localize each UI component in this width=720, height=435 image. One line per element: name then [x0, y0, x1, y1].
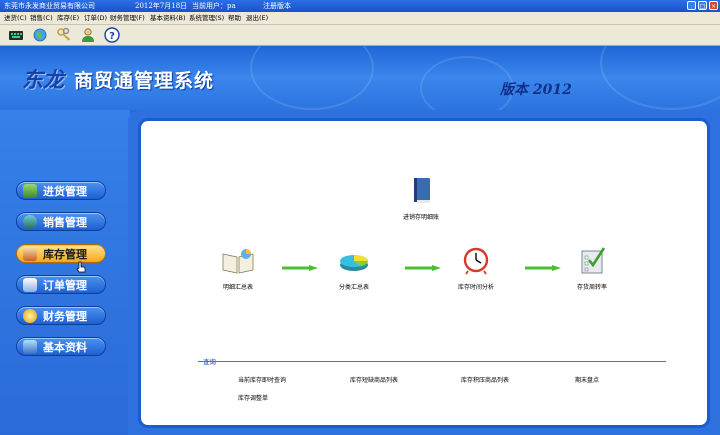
- nav-label: 财务管理: [43, 309, 87, 323]
- keyboard-icon[interactable]: [8, 27, 24, 43]
- query-stock-overstock[interactable]: 库存积压商品列表: [461, 375, 509, 384]
- arrow-right-icon: [405, 265, 441, 271]
- left-nav: [0, 110, 130, 435]
- nav-order-management[interactable]: 订单管理: [16, 275, 106, 294]
- menu-purchase[interactable]: 进货(C): [4, 12, 27, 24]
- query-current-stock[interactable]: 当前库存即时查询: [238, 375, 286, 384]
- system-title: 商贸通管理系统: [74, 70, 215, 92]
- purchase-icon: [23, 183, 37, 198]
- user-icon[interactable]: [80, 27, 96, 43]
- flow-inventory-time-analysis[interactable]: 库存时间分析: [453, 246, 499, 291]
- clock-icon: [463, 247, 489, 275]
- book-icon: [414, 178, 430, 203]
- edition-label: 注册版本: [263, 2, 291, 10]
- menu-finance[interactable]: 财务管理(F): [110, 12, 145, 24]
- finance-icon: [23, 308, 37, 323]
- query-stock-adjustment[interactable]: 库存调整单: [238, 393, 268, 402]
- nav-inventory-management[interactable]: 库存管理: [16, 244, 106, 263]
- header-swirl: [250, 46, 374, 110]
- flow-stock-turnover[interactable]: 存货周转率: [572, 246, 612, 291]
- pie-chart-icon: [340, 255, 369, 271]
- sales-icon: [23, 214, 37, 229]
- keys-icon[interactable]: [56, 27, 72, 43]
- brand-name: 东龙: [22, 68, 64, 92]
- checklist-icon: [581, 247, 606, 274]
- current-user: 当前用户：pa: [192, 2, 236, 10]
- flow-detail-summary[interactable]: 明细汇总表: [218, 246, 258, 291]
- globe-icon[interactable]: [32, 27, 48, 43]
- nav-label: 库存管理: [43, 247, 87, 261]
- maximize-button[interactable]: □: [698, 1, 707, 10]
- title-bar: 东莞市永发商业贸易有限公司 2012年7月18日 当前用户：pa 注册版本 _ …: [0, 0, 720, 12]
- toolbar: ?: [0, 25, 720, 46]
- minimize-button[interactable]: _: [687, 1, 696, 10]
- menu-exit[interactable]: 退出(E): [246, 12, 268, 24]
- current-date: 2012年7月18日: [135, 2, 188, 10]
- nav-label: 订单管理: [43, 278, 87, 292]
- help-icon[interactable]: ?: [104, 27, 120, 43]
- query-stock-shortage[interactable]: 库存短缺商品列表: [350, 375, 398, 384]
- arrow-right-icon: [282, 265, 318, 271]
- nav-label: 销售管理: [43, 215, 87, 229]
- menu-bar: 进货(C) 销售(C) 库存(E) 订单(D) 财务管理(F) 基本资料(B) …: [0, 12, 720, 25]
- flow-label: 库存时间分析: [457, 284, 494, 291]
- flow-label: 明细汇总表: [222, 284, 253, 291]
- menu-help[interactable]: 帮助: [228, 12, 241, 24]
- nav-sales-management[interactable]: 销售管理: [16, 212, 106, 231]
- menu-sales[interactable]: 销售(C): [30, 12, 53, 24]
- close-button[interactable]: ×: [709, 1, 718, 10]
- warehouse-icon: [23, 246, 37, 261]
- menu-order[interactable]: 订单(D): [84, 12, 107, 24]
- hand-cursor-icon: [76, 261, 86, 273]
- flow-label: 分类汇总表: [338, 284, 369, 291]
- basic-data-icon: [23, 339, 37, 354]
- query-divider: [198, 361, 666, 362]
- menu-basic-data[interactable]: 基本资料(B): [150, 12, 186, 24]
- company-name: 东莞市永发商业贸易有限公司: [4, 2, 95, 10]
- nav-basic-data[interactable]: 基本资料: [16, 337, 106, 356]
- menu-inventory[interactable]: 库存(E): [57, 12, 79, 24]
- svg-text:?: ?: [109, 31, 115, 42]
- nav-label: 进货管理: [43, 184, 87, 198]
- header-swirl: [600, 46, 720, 110]
- query-period-end-count[interactable]: 期末盘点: [575, 375, 599, 384]
- app-header: 东龙 商贸通管理系统 版本 2012: [0, 46, 720, 110]
- flow-label: 存货周转率: [576, 284, 607, 291]
- flow-ledger-detail[interactable]: 进销存明细账: [396, 176, 446, 221]
- flow-category-summary[interactable]: 分类汇总表: [334, 246, 374, 291]
- flow-label: 进销存明细账: [402, 214, 439, 221]
- order-icon: [23, 277, 37, 292]
- version-label: 版本 2012: [500, 82, 572, 98]
- menu-system[interactable]: 系统管理(S): [189, 12, 224, 24]
- arrow-right-icon: [525, 265, 561, 271]
- open-book-icon: [222, 249, 254, 274]
- nav-label: 基本资料: [43, 340, 87, 354]
- nav-purchase-management[interactable]: 进货管理: [16, 181, 106, 200]
- nav-finance-management[interactable]: 财务管理: [16, 306, 106, 325]
